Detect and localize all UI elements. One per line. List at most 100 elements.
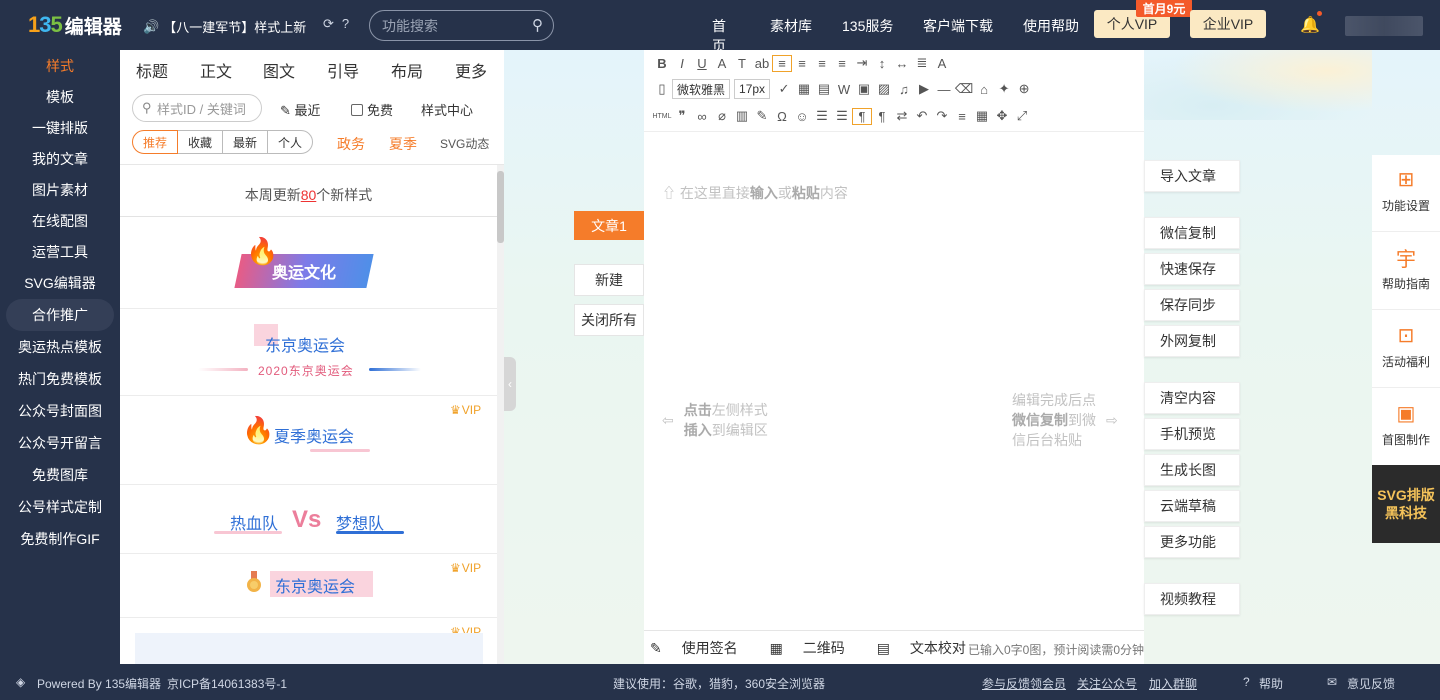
layout-icon[interactable]: ▥ bbox=[732, 108, 752, 124]
more-features-button[interactable]: 更多功能 bbox=[1144, 526, 1240, 558]
tab-more[interactable]: 更多 bbox=[455, 58, 487, 82]
sidebar-item-images[interactable]: 图片素材 bbox=[0, 174, 120, 206]
word-icon[interactable]: W bbox=[834, 82, 854, 97]
image-icon[interactable]: ▣ bbox=[854, 81, 874, 97]
search-icon[interactable]: ⚲ bbox=[532, 16, 543, 34]
mobile-preview-button[interactable]: 手机预览 bbox=[1144, 418, 1240, 450]
style-item[interactable]: ♛ VIP 🔥 夏季奥运会 bbox=[120, 397, 497, 485]
emoji-icon[interactable]: ☺ bbox=[792, 109, 812, 124]
italic-icon[interactable]: I bbox=[672, 56, 692, 71]
save-sync-button[interactable]: 保存同步 bbox=[1144, 289, 1240, 321]
tab-body[interactable]: 正文 bbox=[200, 58, 232, 82]
feature-settings-button[interactable]: ⊞ 功能设置 bbox=[1372, 155, 1440, 232]
panel-collapse-handle[interactable]: ‹ bbox=[504, 357, 516, 411]
preview-icon[interactable]: ▦ bbox=[972, 108, 992, 124]
footer-help-link[interactable]: 帮助 bbox=[1259, 675, 1283, 692]
user-account[interactable] bbox=[1345, 16, 1423, 36]
wechat-copy-button[interactable]: 微信复制 bbox=[1144, 217, 1240, 249]
style-center-link[interactable]: 样式中心 bbox=[421, 100, 473, 119]
rtl-icon[interactable]: ¶ bbox=[872, 109, 892, 124]
nav-client-download[interactable]: 客户端下载 bbox=[923, 16, 993, 36]
font-size-select[interactable]: 17px bbox=[734, 79, 771, 99]
nav-help[interactable]: 使用帮助 bbox=[1023, 16, 1079, 36]
activity-perks-button[interactable]: ⊡ 活动福利 bbox=[1372, 311, 1440, 388]
quick-save-button[interactable]: 快速保存 bbox=[1144, 253, 1240, 285]
sidebar-item-templates[interactable]: 模板 bbox=[0, 81, 120, 113]
align-right-icon[interactable]: ≡ bbox=[812, 56, 832, 71]
style-search[interactable]: ⚲ 样式ID / 关键词 bbox=[132, 94, 262, 122]
indent-icon[interactable]: ⇥ bbox=[852, 55, 872, 71]
ltr-icon[interactable]: ¶ bbox=[852, 107, 872, 125]
sidebar-item-online-graphics[interactable]: 在线配图 bbox=[0, 205, 120, 237]
filter-favorites[interactable]: 收藏 bbox=[177, 130, 224, 154]
bold-icon[interactable]: B bbox=[652, 56, 672, 71]
recent-button[interactable]: ✎ 最近 bbox=[280, 100, 321, 119]
cover-maker-button[interactable]: ▣ 首图制作 bbox=[1372, 389, 1440, 466]
style-item[interactable]: 奥运文化 🔥 bbox=[120, 218, 497, 309]
line-height-icon[interactable]: ↕ bbox=[872, 56, 892, 71]
nav-materials[interactable]: 素材库 bbox=[770, 16, 812, 36]
tag-summer[interactable]: 夏季 bbox=[389, 134, 417, 154]
join-group-link[interactable]: 加入群聊 bbox=[1149, 675, 1197, 692]
sidebar-item-gif-maker[interactable]: 免费制作GIF bbox=[0, 523, 120, 555]
ordered-list-icon[interactable]: ☰ bbox=[812, 108, 832, 124]
sidebar-item-svg-editor[interactable]: SVG编辑器 bbox=[0, 267, 120, 299]
font-color-icon[interactable]: A bbox=[712, 56, 732, 71]
video-tutorial-button[interactable]: 视频教程 bbox=[1144, 583, 1240, 615]
icp-number[interactable]: 京ICP备14061383号-1 bbox=[167, 675, 287, 692]
sidebar-item-my-articles[interactable]: 我的文章 bbox=[0, 143, 120, 175]
music-icon[interactable]: ♫ bbox=[894, 82, 914, 97]
enterprise-vip-button[interactable]: 企业VIP bbox=[1190, 10, 1266, 38]
video-icon[interactable]: ▶ bbox=[914, 81, 934, 97]
bullet-list-icon[interactable]: ☰ bbox=[832, 108, 852, 124]
quote-icon[interactable]: ❞ bbox=[672, 108, 692, 124]
sidebar-item-styles[interactable]: 样式 bbox=[0, 50, 120, 82]
divider-icon[interactable]: — bbox=[934, 82, 954, 97]
signature-button[interactable]: ✎ 使用签名 bbox=[650, 638, 754, 658]
sidebar-item-custom-style[interactable]: 公号样式定制 bbox=[0, 491, 120, 523]
editor-placeholder[interactable]: ⇧ 在这里直接输入或粘贴内容 bbox=[662, 183, 848, 203]
proofread-button[interactable]: ▤ 文本校对 bbox=[877, 638, 982, 658]
tab-image-text[interactable]: 图文 bbox=[263, 58, 295, 82]
omega-icon[interactable]: Ω bbox=[772, 109, 792, 124]
tag-government[interactable]: 政务 bbox=[337, 134, 365, 154]
sidebar-item-free-gallery[interactable]: 免费图库 bbox=[0, 459, 120, 491]
spellcheck-icon[interactable]: ✓ bbox=[774, 81, 794, 97]
feature-search[interactable]: ⚲ bbox=[369, 10, 554, 41]
unlink-icon[interactable]: ⌀ bbox=[712, 108, 732, 124]
tab-title[interactable]: 标题 bbox=[136, 58, 168, 82]
cloud-draft-button[interactable]: 云端草稿 bbox=[1144, 490, 1240, 522]
filter-latest[interactable]: 最新 bbox=[222, 130, 269, 154]
style-item[interactable]: 热血队 Vs 梦想队 bbox=[120, 486, 497, 554]
tab-guide[interactable]: 引导 bbox=[327, 58, 359, 82]
powered-by[interactable]: Powered By 135编辑器 bbox=[37, 675, 161, 692]
highlight-icon[interactable]: ab bbox=[752, 56, 772, 71]
external-copy-button[interactable]: 外网复制 bbox=[1144, 325, 1240, 357]
magic-wand-icon[interactable]: ✦ bbox=[994, 81, 1014, 97]
qrcode-button[interactable]: ▦ 二维码 bbox=[770, 638, 861, 658]
fullscreen-icon[interactable]: ⤢ bbox=[1012, 108, 1032, 124]
logo[interactable]: 135 编辑器 bbox=[28, 12, 122, 38]
scrollbar-thumb[interactable] bbox=[497, 171, 504, 243]
gallery-icon[interactable]: ▨ bbox=[874, 81, 894, 97]
bell-icon[interactable]: 🔔 bbox=[1300, 15, 1320, 35]
style-item[interactable]: ♛ VIP 东京奥运会 bbox=[120, 555, 497, 618]
style-item[interactable]: 东京奥运会 2020东京奥运会 bbox=[120, 310, 497, 396]
checkbox-icon[interactable] bbox=[351, 103, 363, 116]
svg-promo-banner[interactable]: SVG排版 黑科技 bbox=[1372, 465, 1440, 543]
sidebar-item-ops-tools[interactable]: 运营工具 bbox=[0, 236, 120, 268]
announcement[interactable]: 🔊 【八一建军节】样式上新 bbox=[143, 17, 306, 36]
tag-svg-dynamic[interactable]: SVG动态 bbox=[440, 135, 489, 152]
import-article-button[interactable]: 导入文章 bbox=[1144, 160, 1240, 192]
font-family-select[interactable]: 微软雅黑 bbox=[672, 79, 731, 99]
new-article-button[interactable]: 新建 bbox=[574, 264, 644, 296]
font-size-icon[interactable]: A bbox=[932, 56, 952, 71]
tab-icon[interactable]: ⇄ bbox=[892, 108, 912, 124]
follow-account-link[interactable]: 关注公众号 bbox=[1077, 675, 1137, 692]
zoom-icon[interactable]: ⊕ bbox=[1014, 81, 1034, 97]
calendar-icon[interactable]: ▤ bbox=[814, 81, 834, 97]
text-style-icon[interactable]: T bbox=[732, 56, 752, 71]
align-left-icon[interactable]: ≡ bbox=[772, 54, 792, 72]
feature-search-input[interactable] bbox=[382, 17, 522, 34]
document-icon[interactable]: ▯ bbox=[652, 81, 672, 97]
